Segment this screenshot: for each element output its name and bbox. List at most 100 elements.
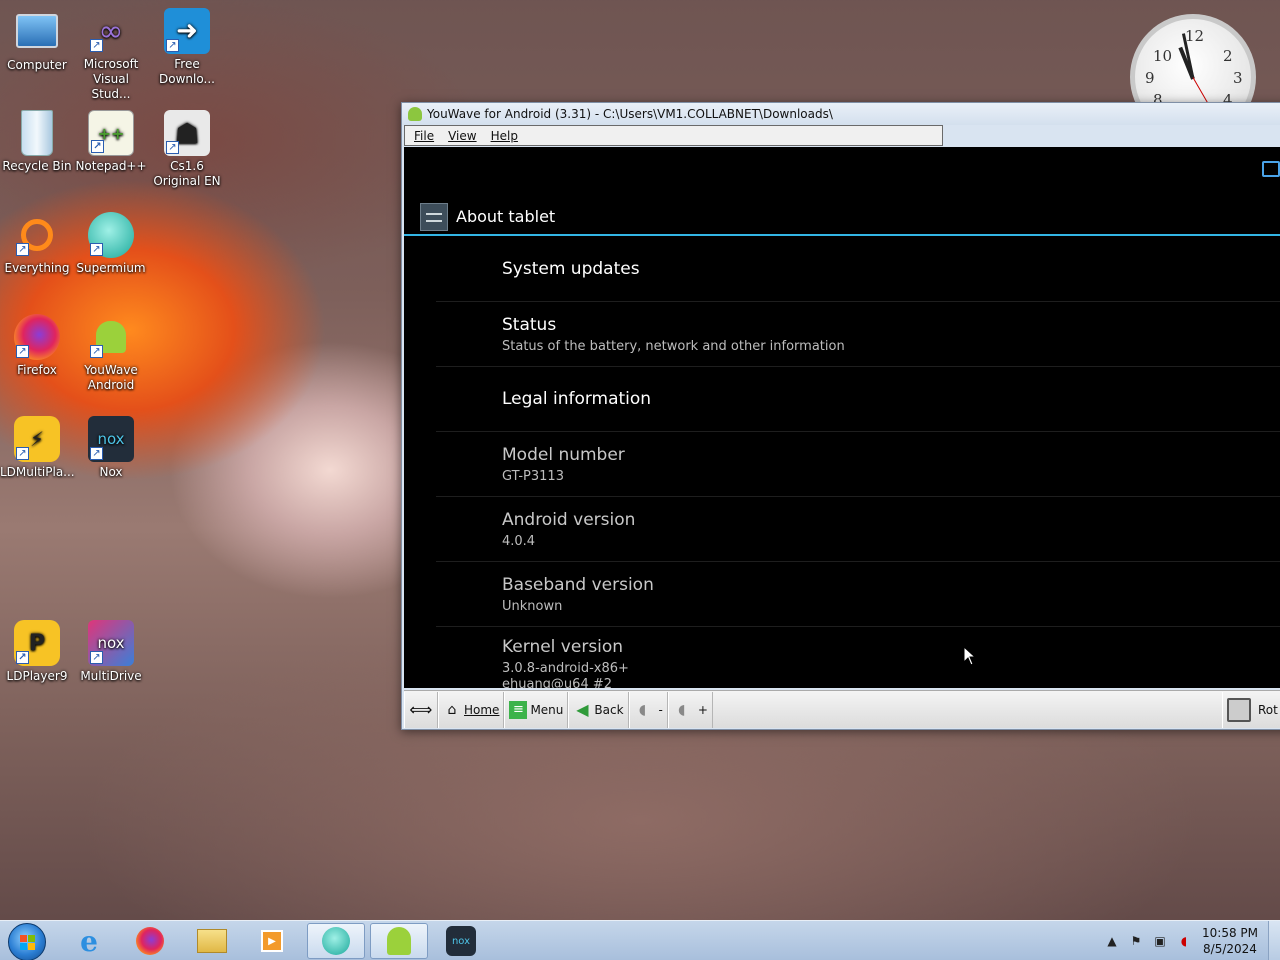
show-hidden-icons-icon[interactable]: ▲ <box>1104 933 1120 949</box>
shortcut-arrow-icon: ↗ <box>90 345 103 358</box>
volume-muted-icon[interactable]: ◖ <box>1176 933 1192 949</box>
pref-title: Legal information <box>502 389 652 409</box>
taskbar-clock[interactable]: 10:58 PM 8/5/2024 <box>1202 925 1258 957</box>
window-title: YouWave for Android (3.31) - C:\Users\VM… <box>427 107 833 121</box>
screen-title: About tablet <box>456 207 556 226</box>
firefox-icon <box>136 927 164 955</box>
menu-button[interactable]: ≡ Menu <box>504 691 569 728</box>
menu-bar: File View Help <box>404 125 943 146</box>
desktop-icon-label: LDMultiPla... <box>0 465 75 479</box>
mouse-cursor-icon <box>963 645 977 666</box>
taskbar-time: 10:58 PM <box>1202 926 1258 940</box>
ldmultiplayer-icon: ⚡ ↗ <box>14 416 60 462</box>
pref-android-version[interactable]: Android version 4.0.4 <box>436 497 1280 562</box>
taskbar-nox[interactable]: nox <box>432 923 490 959</box>
taskbar: e ▶ nox ▲ ⚑ ▣ ◖ 10:58 PM 8/5/2024 <box>0 920 1280 960</box>
shortcut-arrow-icon: ↗ <box>16 447 29 460</box>
system-tray: ▲ ⚑ ▣ ◖ 10:58 PM 8/5/2024 <box>1100 921 1280 960</box>
menu-help[interactable]: Help <box>491 129 518 143</box>
show-desktop-button[interactable] <box>1268 921 1280 960</box>
back-arrow-icon: ◀ <box>576 700 589 719</box>
menu-icon: ≡ <box>509 700 528 719</box>
desktop-icon-ldmultiplayer[interactable]: ⚡ ↗ LDMultiPla... <box>0 416 75 480</box>
desktop-icon-label: Computer <box>7 58 67 72</box>
desktop-icon-computer[interactable]: Computer <box>0 8 74 73</box>
desktop-icon-recycle-bin[interactable]: Recycle Bin <box>0 110 74 174</box>
desktop-icon-notepad-plus-plus[interactable]: ++ ↗ Notepad++ <box>74 110 148 174</box>
supermium-icon <box>322 927 350 955</box>
menu-view[interactable]: View <box>448 129 476 143</box>
taskbar-internet-explorer[interactable]: e <box>60 923 118 959</box>
desktop-icon-visual-studio[interactable]: ∞ ↗ Microsoft Visual Stud... <box>74 8 148 102</box>
resize-button[interactable]: ⟺ <box>404 691 438 728</box>
youwave-window[interactable]: YouWave for Android (3.31) - C:\Users\VM… <box>401 102 1280 730</box>
back-button[interactable]: ◀ Back <box>568 691 629 728</box>
youwave-android-icon <box>387 927 411 955</box>
volume-up-label: + <box>697 702 708 717</box>
volume-up-button[interactable]: ◖ + <box>667 691 713 728</box>
desktop-icon-nox[interactable]: nox ↗ Nox <box>74 416 148 480</box>
shortcut-arrow-icon: ↗ <box>166 39 179 52</box>
ldplayer-icon: P ↗ <box>14 620 60 666</box>
everything-search-icon: ↗ <box>14 212 60 258</box>
desktop-icon-multidrive[interactable]: nox ↗ MultiDrive <box>74 620 148 684</box>
pref-title: Baseband version <box>502 574 654 595</box>
shortcut-arrow-icon: ↗ <box>90 447 103 460</box>
desktop-icon-label: MultiDrive <box>80 669 142 683</box>
notepad-plus-plus-icon: ++ ↗ <box>88 110 134 156</box>
taskbar-youwave-android[interactable] <box>370 923 428 959</box>
nox-icon: nox <box>446 926 476 956</box>
supermium-icon: ↗ <box>88 212 134 258</box>
internet-explorer-icon: e <box>80 924 98 958</box>
desktop-icon-label: LDPlayer9 <box>6 669 68 683</box>
back-label: Back <box>594 702 624 717</box>
file-explorer-icon <box>197 929 227 953</box>
desktop-icon-label: Microsoft Visual Stud... <box>83 57 139 101</box>
taskbar-file-explorer[interactable] <box>183 923 241 959</box>
windows-logo-icon <box>20 935 36 951</box>
desktop-icon-label: Everything <box>4 261 70 275</box>
pref-status[interactable]: Status Status of the battery, network an… <box>436 302 1280 367</box>
start-button[interactable] <box>8 923 46 960</box>
desktop-icon-counter-strike[interactable]: ☗ ↗ Cs1.6 Original EN <box>150 110 224 189</box>
desktop-icon-free-download-manager[interactable]: ➜ ↗ Free Downlo... <box>150 8 224 87</box>
pref-summary: Unknown <box>502 598 563 614</box>
settings-list: System updates Status Status of the batt… <box>436 237 1280 688</box>
volume-down-button[interactable]: ◖ - <box>628 691 668 728</box>
home-button[interactable]: ⌂ Home <box>438 691 505 728</box>
nox-icon: nox ↗ <box>88 416 134 462</box>
settings-icon[interactable] <box>420 202 448 231</box>
clock-number: 12 <box>1185 27 1205 45</box>
youwave-app-icon <box>408 107 422 121</box>
desktop-icon-supermium[interactable]: ↗ Supermium <box>74 212 148 276</box>
shortcut-arrow-icon: ↗ <box>166 141 179 154</box>
taskbar-date: 8/5/2024 <box>1203 942 1257 956</box>
window-titlebar[interactable]: YouWave for Android (3.31) - C:\Users\VM… <box>402 103 1280 125</box>
desktop-icon-youwave-android[interactable]: ↗ YouWave Android <box>74 314 148 393</box>
desktop-icon-ldplayer[interactable]: P ↗ LDPlayer9 <box>0 620 74 684</box>
clock-number: 2 <box>1223 47 1233 65</box>
home-icon: ⌂ <box>447 701 457 718</box>
network-icon[interactable]: ▣ <box>1152 933 1168 949</box>
emulator-toolbar: ⟺ ⌂ Home ≡ Menu ◀ Back ◖ - ◖ + Rot <box>404 690 1280 728</box>
taskbar-firefox[interactable] <box>121 923 179 959</box>
taskbar-media-player[interactable]: ▶ <box>243 923 301 959</box>
desktop-icon-everything[interactable]: ↗ Everything <box>0 212 74 276</box>
android-action-bar: About tablet <box>404 199 1280 236</box>
android-screen[interactable]: About tablet System updates Status Statu… <box>404 147 1280 688</box>
volume-icon: ◖ <box>638 701 647 718</box>
pref-summary: 3.0.8-android-x86+ <box>502 661 629 676</box>
pref-summary: Status of the battery, network and other… <box>502 338 845 354</box>
pref-system-updates[interactable]: System updates <box>436 237 1280 302</box>
desktop-icon-label: Free Downlo... <box>159 57 215 86</box>
rotate-label: Rot <box>1258 702 1278 717</box>
desktop-icon-firefox[interactable]: ↗ Firefox <box>0 314 74 378</box>
pref-legal-information[interactable]: Legal information <box>436 367 1280 432</box>
action-center-flag-icon[interactable]: ⚑ <box>1128 933 1144 949</box>
rotate-button[interactable]: Rot <box>1222 691 1280 728</box>
desktop-icon-label: Nox <box>99 465 123 479</box>
clock-number: 3 <box>1233 69 1243 87</box>
menu-file[interactable]: File <box>414 129 434 143</box>
shortcut-arrow-icon: ↗ <box>90 243 103 256</box>
taskbar-supermium[interactable] <box>307 923 365 959</box>
